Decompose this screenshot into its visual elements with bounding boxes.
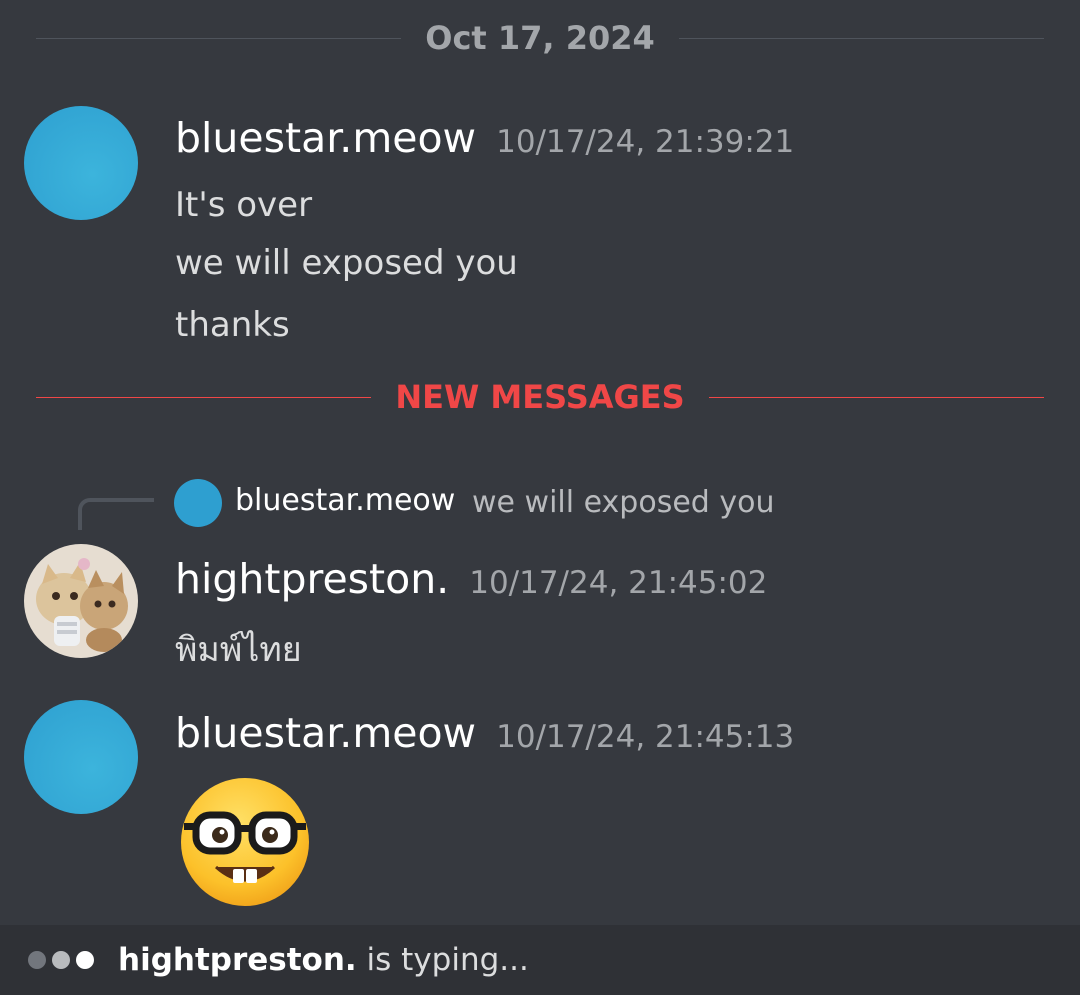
- divider-line-right: [708, 396, 1044, 398]
- message-header: hightpreston. 10/17/24, 21:45:02: [175, 555, 767, 603]
- avatar[interactable]: [24, 106, 138, 220]
- date-divider-label: Oct 17, 2024: [425, 19, 655, 57]
- typing-dots-icon: [28, 951, 94, 969]
- cat-avatar-image: [24, 544, 138, 658]
- divider-line-left: [36, 396, 372, 398]
- typing-suffix: is typing...: [356, 942, 529, 978]
- avatar[interactable]: [24, 700, 138, 814]
- new-messages-label: NEW MESSAGES: [395, 378, 685, 416]
- reply-connector: [78, 498, 154, 530]
- timestamp: 10/17/24, 21:39:21: [496, 124, 795, 160]
- timestamp: 10/17/24, 21:45:02: [469, 565, 768, 601]
- typing-indicator: hightpreston. is typing...: [0, 925, 1080, 995]
- reply-username[interactable]: bluestar.meow: [235, 483, 455, 518]
- divider-line-right: [678, 37, 1044, 39]
- typing-username: hightpreston.: [118, 942, 357, 978]
- message-text: พิมพ์ไทย: [175, 630, 302, 670]
- divider-line-left: [36, 37, 402, 39]
- date-divider: Oct 17, 2024: [36, 18, 1044, 58]
- username[interactable]: hightpreston.: [175, 555, 449, 603]
- message-text: It's over: [175, 185, 313, 225]
- reply-avatar[interactable]: [174, 479, 222, 527]
- nerd-face-icon[interactable]: [178, 775, 312, 909]
- message-text: thanks: [175, 305, 290, 345]
- timestamp: 10/17/24, 21:45:13: [496, 719, 795, 755]
- avatar[interactable]: [24, 544, 138, 658]
- username[interactable]: bluestar.meow: [175, 114, 476, 162]
- reply-preview-text[interactable]: we will exposed you: [472, 485, 774, 520]
- new-messages-divider: NEW MESSAGES: [36, 377, 1044, 417]
- message-text: we will exposed you: [175, 243, 518, 283]
- message-header: bluestar.meow 10/17/24, 21:45:13: [175, 709, 794, 757]
- username[interactable]: bluestar.meow: [175, 709, 476, 757]
- typing-text: hightpreston. is typing...: [118, 942, 529, 978]
- message-header: bluestar.meow 10/17/24, 21:39:21: [175, 114, 794, 162]
